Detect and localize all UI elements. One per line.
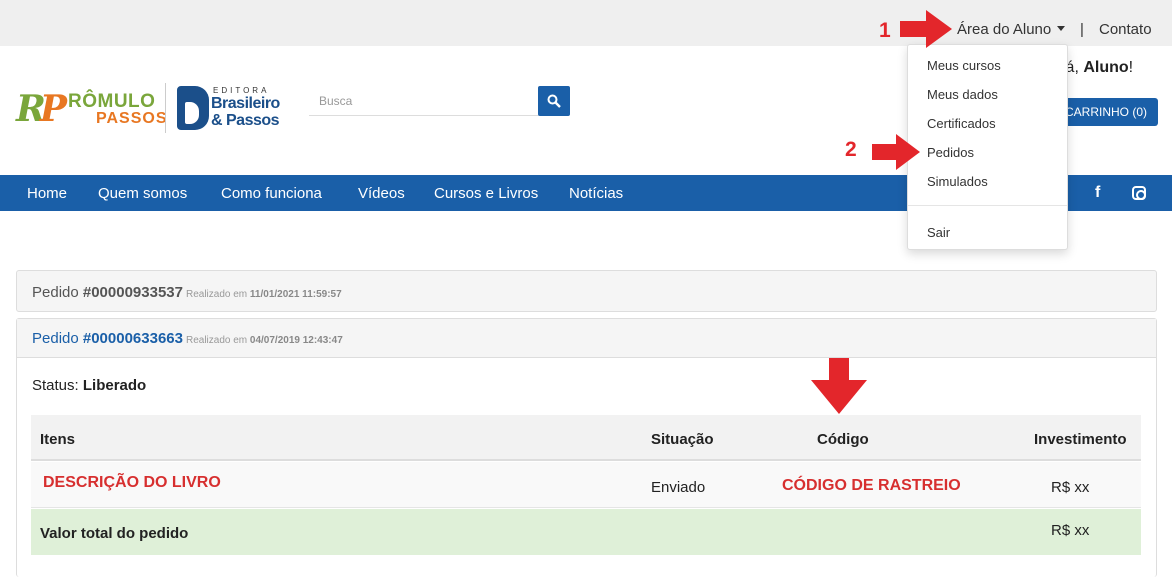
order-date-prefix: Realizado em [185, 335, 250, 346]
instagram-icon[interactable] [1132, 186, 1146, 200]
order-id: #00000933537 [82, 284, 183, 301]
contato-link[interactable]: Contato [1099, 21, 1152, 38]
top-bar: Área do Aluno | Contato [0, 0, 1172, 46]
column-situacao: Situação [651, 431, 714, 448]
editora-b-icon [177, 86, 209, 130]
menu-item-pedidos[interactable]: Pedidos [927, 145, 974, 160]
annotation-arrow-1-icon [900, 10, 952, 48]
logo-and-passos-text: & Passos [211, 112, 280, 129]
order-header-bar[interactable]: Pedido #00000633663 Realizado em 04/07/20… [17, 319, 1156, 358]
menu-item-meus-cursos[interactable]: Meus cursos [927, 58, 1001, 73]
logo-editora-text: EDITORA [213, 86, 270, 95]
menu-item-simulados[interactable]: Simulados [927, 174, 988, 189]
cart-button[interactable]: CARRINHO (0) [1061, 98, 1158, 126]
logo-passos-text: PASSOS [96, 110, 168, 127]
caret-down-icon [1057, 26, 1066, 31]
rp-monogram-icon: RP [16, 88, 67, 130]
column-itens: Itens [40, 431, 76, 448]
area-do-aluno-label: Área do Aluno [957, 21, 1052, 38]
nav-quem-somos[interactable]: Quem somos [98, 185, 187, 202]
order-label: Pedido [32, 330, 83, 347]
item-tracking-code[interactable]: CÓDIGO DE RASTREIO [782, 477, 961, 495]
nav-videos[interactable]: Vídeos [358, 185, 405, 202]
table-total-row: Valor total do pedido R$ xx [31, 509, 1141, 555]
annotation-arrow-2-icon [872, 134, 920, 170]
facebook-icon[interactable]: f [1095, 184, 1100, 202]
search-input[interactable] [309, 86, 539, 116]
order-date-value: 04/07/2019 12:43:47 [249, 335, 343, 346]
annotation-number-2: 2 [845, 138, 857, 161]
order-id: #00000633663 [82, 330, 183, 347]
nav-noticias[interactable]: Notícias [569, 185, 623, 202]
nav-como-funciona[interactable]: Como funciona [221, 185, 322, 202]
annotation-number-1: 1 [879, 19, 891, 42]
menu-item-certificados[interactable]: Certificados [927, 116, 996, 131]
editora-brasileiro-passos-logo[interactable]: EDITORA Brasileiro & Passos [177, 84, 287, 132]
logo-divider [165, 83, 166, 133]
nav-home[interactable]: Home [27, 185, 67, 202]
menu-divider [908, 205, 1067, 206]
status-value: Liberado [82, 377, 147, 394]
status-label: Status: [32, 377, 83, 394]
order-date: Realizado em 04/07/2019 12:43:47 [186, 335, 343, 346]
romulo-passos-logo[interactable]: RP RÔMULO PASSOS [16, 88, 167, 132]
order-label: Pedido [32, 284, 83, 301]
column-investimento: Investimento [1034, 431, 1127, 448]
greeting-name: Aluno [1083, 59, 1129, 76]
order-header: Pedido #00000633663 Realizado em 04/07/20… [32, 330, 343, 347]
order-card-expanded: Pedido #00000633663 Realizado em 04/07/20… [16, 318, 1157, 577]
search-button[interactable] [538, 86, 570, 116]
total-value: R$ xx [1051, 522, 1090, 539]
order-date-value: 11/01/2021 11:59:57 [249, 289, 342, 300]
nav-cursos-e-livros[interactable]: Cursos e Livros [434, 185, 538, 202]
item-investimento: R$ xx [1051, 479, 1090, 496]
total-label: Valor total do pedido [40, 525, 189, 542]
item-situacao: Enviado [651, 479, 706, 496]
order-card-collapsed[interactable]: Pedido #00000933537 Realizado em 11/01/20… [16, 270, 1157, 312]
area-do-aluno-dropdown: Meus cursos Meus dados Certificados Pedi… [907, 44, 1068, 250]
order-header: Pedido #00000933537 Realizado em 11/01/20… [32, 284, 342, 301]
menu-item-sair[interactable]: Sair [927, 225, 950, 240]
area-do-aluno-menu[interactable]: Área do Aluno [957, 21, 1066, 38]
greeting: lá, Aluno! [1062, 59, 1133, 77]
logo-brasileiro-text: Brasileiro [211, 95, 280, 112]
order-date: Realizado em 11/01/2021 11:59:57 [186, 289, 342, 300]
topbar-separator: | [1080, 21, 1084, 38]
table-header: Itens Situação Código Investimento [31, 415, 1141, 461]
search-icon [547, 94, 561, 108]
menu-item-meus-dados[interactable]: Meus dados [927, 87, 998, 102]
table-row: DESCRIÇÃO DO LIVRO Enviado CÓDIGO DE RAS… [31, 462, 1141, 508]
order-status: Status: Liberado [32, 377, 146, 394]
item-description: DESCRIÇÃO DO LIVRO [43, 474, 221, 491]
order-date-prefix: Realizado em [185, 289, 250, 300]
column-codigo: Código [817, 431, 869, 448]
greeting-suffix: ! [1128, 59, 1134, 76]
